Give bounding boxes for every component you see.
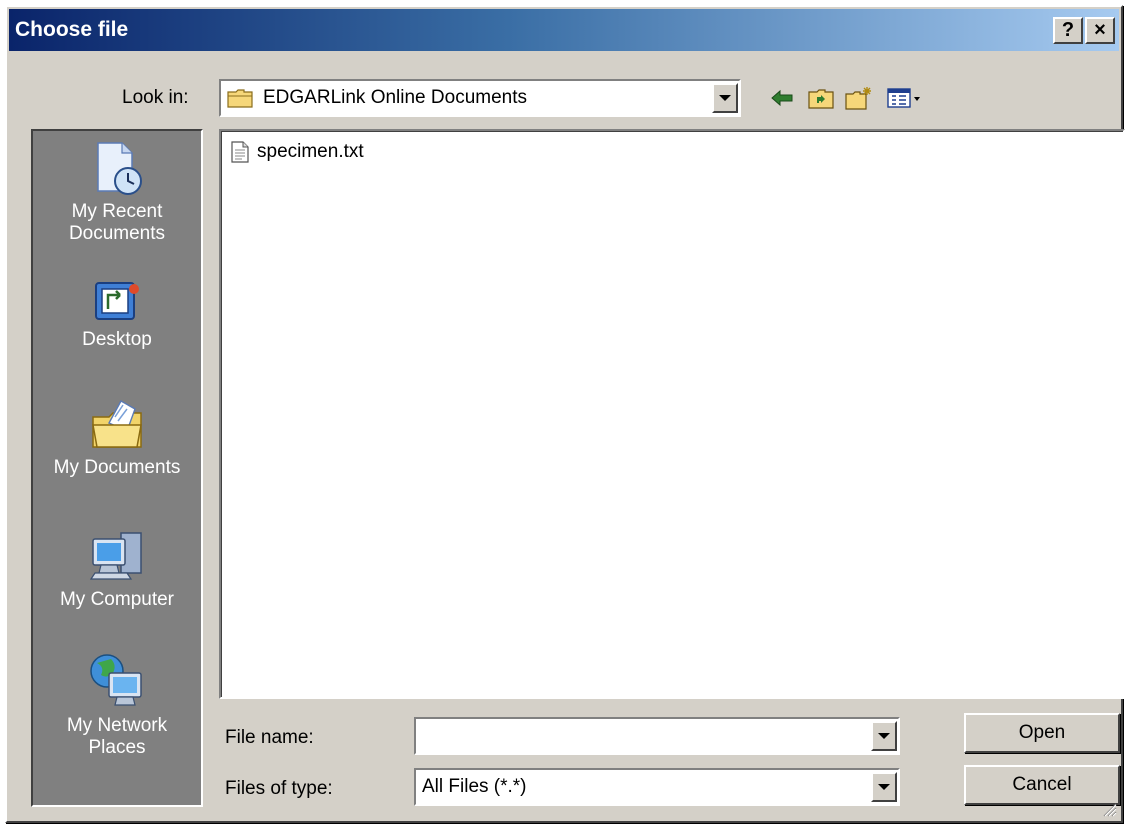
file-list-item[interactable]: specimen.txt — [231, 141, 364, 163]
place-my-network-places[interactable]: My Network Places — [33, 651, 201, 759]
folder-icon — [227, 89, 253, 108]
network-places-icon — [90, 654, 142, 706]
place-label-line2: Documents — [68, 223, 166, 244]
chevron-down-icon — [719, 95, 731, 101]
look-in-dropdown[interactable]: EDGARLink Online Documents — [219, 79, 741, 117]
choose-file-dialog: Choose file ? × Look in: EDGARLink Onlin… — [5, 5, 1125, 823]
cancel-button[interactable]: Cancel — [964, 765, 1120, 805]
file-type-select[interactable]: All Files (*.*) — [414, 768, 900, 806]
look-in-dropdown-button[interactable] — [712, 83, 738, 113]
place-label-line1: Desktop — [82, 329, 152, 350]
text-file-icon — [231, 141, 249, 163]
file-list[interactable]: specimen.txt — [219, 129, 1125, 699]
file-type-value: All Files (*.*) — [422, 776, 527, 797]
place-desktop[interactable]: Desktop — [33, 279, 201, 351]
look-in-label: Look in: — [122, 87, 189, 108]
file-type-label: Files of type: — [225, 778, 333, 799]
place-label-line1: My Recent — [71, 201, 163, 222]
file-name-label: File name: — [225, 727, 314, 748]
look-in-value: EDGARLink Online Documents — [263, 87, 527, 108]
file-name-dropdown-button[interactable] — [871, 721, 897, 751]
place-label-line1: My Network — [66, 715, 168, 736]
place-my-documents[interactable]: My Documents — [33, 395, 201, 479]
place-label-line1: My Documents — [53, 457, 181, 478]
desktop-icon — [95, 282, 139, 320]
place-label-line1: My Computer — [59, 589, 175, 610]
my-documents-icon — [92, 400, 142, 448]
title-bar[interactable]: Choose file ? × — [9, 9, 1119, 51]
close-button[interactable]: × — [1085, 16, 1115, 44]
file-type-dropdown-button[interactable] — [871, 772, 897, 802]
place-label-line2: Places — [88, 737, 146, 758]
up-one-level-icon[interactable] — [806, 83, 836, 113]
file-name-combobox[interactable] — [414, 717, 900, 755]
create-new-folder-icon[interactable] — [844, 83, 874, 113]
chevron-down-icon — [878, 784, 890, 790]
resize-grip-icon[interactable] — [1101, 801, 1117, 817]
back-arrow-icon[interactable] — [767, 83, 797, 113]
open-button[interactable]: Open — [964, 713, 1120, 753]
help-button[interactable]: ? — [1053, 16, 1083, 44]
my-computer-icon — [89, 532, 142, 580]
file-name-text: specimen.txt — [257, 141, 364, 162]
place-my-computer[interactable]: My Computer — [33, 527, 201, 611]
places-bar: My Recent Documents Desktop My Documents — [31, 129, 203, 807]
place-my-recent-documents[interactable]: My Recent Documents — [33, 139, 201, 245]
chevron-down-icon — [878, 733, 890, 739]
window-title: Choose file — [15, 18, 129, 41]
recent-documents-icon — [97, 142, 142, 195]
view-menu-icon[interactable] — [885, 83, 925, 113]
